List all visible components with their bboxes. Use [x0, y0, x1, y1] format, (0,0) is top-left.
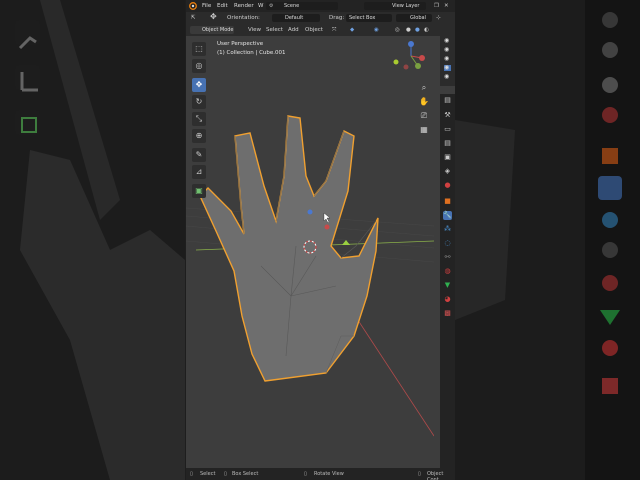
- texture-properties-icon[interactable]: ▩: [443, 309, 452, 318]
- menu-select[interactable]: Select: [266, 26, 283, 34]
- physics-properties-icon[interactable]: ◌: [443, 239, 452, 248]
- menu-add[interactable]: Add: [288, 26, 299, 34]
- zoom-icon[interactable]: ⌕: [418, 82, 430, 94]
- constraints-properties-icon[interactable]: ⚯: [443, 253, 452, 262]
- viewport-header: Object Mode View Select Add Object ⤧ ◆ ◉…: [186, 24, 440, 36]
- object-properties-icon[interactable]: ■: [443, 197, 452, 206]
- mouse-middle-icon: ▯: [224, 471, 227, 477]
- mode-value: Object Mode: [202, 27, 234, 33]
- modifier-properties-icon[interactable]: 🔧: [443, 211, 452, 220]
- scale-tool-icon[interactable]: ⤡: [192, 112, 206, 126]
- 3d-viewport[interactable]: User Perspective (1) Collection | Cube.0…: [186, 36, 434, 468]
- drag-label: Drag:: [329, 15, 345, 21]
- visibility-eye-icon[interactable]: ◉: [444, 38, 451, 44]
- measure-tool-icon[interactable]: ⊿: [192, 165, 206, 179]
- tool-settings-header: ⇱ ✥ Orientation: Default Drag: Select Bo…: [186, 12, 455, 24]
- navigation-gizmo[interactable]: [393, 41, 426, 70]
- shading-rendered-icon[interactable]: ◐: [424, 26, 429, 34]
- visibility-eye-icon[interactable]: ◉: [444, 56, 451, 62]
- move-icon[interactable]: ✥: [210, 13, 217, 21]
- menu-window[interactable]: W: [258, 3, 263, 9]
- add-cube-tool-icon[interactable]: ▣: [192, 184, 206, 198]
- status-box-select: Box Select: [232, 471, 259, 477]
- blurred-background-left: [0, 0, 185, 480]
- z-axis-handle-icon[interactable]: [307, 209, 313, 215]
- orientation-dropdown[interactable]: Default: [272, 14, 320, 22]
- object-data-properties-icon[interactable]: ◍: [443, 267, 452, 276]
- select-tool-icon[interactable]: ⬚: [192, 42, 206, 56]
- material-properties-icon[interactable]: ◕: [443, 295, 452, 304]
- grid-view-icon[interactable]: ▦: [418, 124, 430, 136]
- shading-solid-icon[interactable]: ●: [406, 26, 411, 34]
- viewport-perspective-label: User Perspective: [217, 41, 264, 47]
- scene-name: Scene: [284, 3, 300, 9]
- scene-selector[interactable]: ⚙ Scene: [266, 2, 338, 10]
- scene-properties-icon[interactable]: ◈: [443, 167, 452, 176]
- viewport-collection-label: (1) Collection | Cube.001: [217, 50, 286, 56]
- scene-icon: ⚙: [269, 3, 274, 9]
- render-properties-icon[interactable]: ▭: [443, 125, 452, 134]
- transform-pivot-icon[interactable]: ⤧: [332, 26, 336, 34]
- scene-canvas[interactable]: [186, 36, 434, 468]
- screen: File Edit Render W ⚙ Scene View Layer ❐ …: [0, 0, 640, 480]
- orientation-label: Orientation:: [227, 15, 260, 21]
- snap-icon[interactable]: ◆: [350, 26, 354, 34]
- mouse-left-icon: ▯: [190, 471, 193, 477]
- move-tool-icon[interactable]: ✥: [192, 78, 206, 92]
- visibility-eye-icon[interactable]: ◉: [444, 74, 451, 80]
- cursor-tool-icon[interactable]: ◎: [192, 59, 206, 73]
- blender-logo-icon[interactable]: [189, 2, 197, 10]
- mouse-right-icon: ▯: [304, 471, 307, 477]
- properties-menu-icon[interactable]: ▤: [443, 96, 452, 105]
- pivot-icon[interactable]: ⊹: [436, 14, 441, 22]
- close-icon[interactable]: ✕: [444, 3, 449, 9]
- y-axis-handle-icon[interactable]: [342, 240, 350, 245]
- rotate-tool-icon[interactable]: ↻: [192, 95, 206, 109]
- top-menu-bar: File Edit Render W ⚙ Scene View Layer ❐ …: [186, 0, 455, 12]
- x-axis-handle-icon[interactable]: [324, 224, 330, 230]
- visibility-eye-icon[interactable]: ◉: [444, 65, 451, 71]
- output-properties-icon[interactable]: ▤: [443, 139, 452, 148]
- dim-overlay: [0, 0, 185, 480]
- view-layer-properties-icon[interactable]: ▣: [443, 153, 452, 162]
- data-properties-icon[interactable]: ▼: [443, 281, 452, 290]
- hand-mesh[interactable]: [199, 115, 379, 382]
- transform-space-value: Global: [410, 15, 426, 21]
- menu-view[interactable]: View: [248, 26, 261, 34]
- status-select: Select: [200, 471, 216, 477]
- shading-material-icon[interactable]: ●: [415, 26, 420, 34]
- camera-icon[interactable]: ⎚: [418, 110, 430, 122]
- proportional-icon[interactable]: ◉: [374, 26, 379, 34]
- status-bar: ▯ Select ▯ Box Select ▯ Rotate View ▯ Ob…: [186, 468, 455, 480]
- overlay-icon[interactable]: ◎: [395, 26, 400, 34]
- menu-object[interactable]: Object: [305, 26, 323, 34]
- status-object-context: Object Cont: [427, 471, 444, 480]
- visibility-eye-icon[interactable]: ◉: [444, 47, 451, 53]
- transform-tool-icon[interactable]: ⊕: [192, 129, 206, 143]
- blender-window: File Edit Render W ⚙ Scene View Layer ❐ …: [186, 0, 455, 480]
- status-rotate-view: Rotate View: [314, 471, 344, 477]
- drag-dropdown[interactable]: Select Box: [346, 14, 392, 22]
- copy-icon[interactable]: ❐: [434, 3, 439, 9]
- pan-hand-icon[interactable]: ✋: [418, 96, 430, 108]
- dim-overlay: [455, 0, 640, 480]
- transform-space-dropdown[interactable]: Global: [396, 14, 432, 22]
- particles-properties-icon[interactable]: ⁂: [443, 225, 452, 234]
- transform-tool-icon[interactable]: ⇱: [191, 14, 196, 22]
- tool-properties-icon[interactable]: ⚒: [443, 111, 452, 120]
- drag-value: Select Box: [349, 15, 376, 21]
- menu-file[interactable]: File: [202, 3, 211, 9]
- outliner-strip: ◉ ◉ ◉ ◉ ◉: [440, 24, 455, 86]
- properties-tabs: ▤ ⚒ ▭ ▤ ▣ ◈ ● ■ 🔧 ⁂ ◌ ⚯ ◍ ▼ ◕ ▩: [440, 94, 455, 468]
- orientation-value: Default: [285, 15, 304, 21]
- blurred-background-right: [455, 0, 640, 480]
- world-properties-icon[interactable]: ●: [443, 181, 452, 190]
- mode-dropdown[interactable]: Object Mode: [190, 26, 234, 34]
- annotate-tool-icon[interactable]: ✎: [192, 148, 206, 162]
- menu-edit[interactable]: Edit: [217, 3, 228, 9]
- mouse-context-icon: ▯: [418, 471, 421, 477]
- view-layer-name: View Layer: [392, 3, 420, 9]
- view-layer-selector[interactable]: View Layer: [364, 2, 426, 10]
- menu-render[interactable]: Render: [234, 3, 254, 9]
